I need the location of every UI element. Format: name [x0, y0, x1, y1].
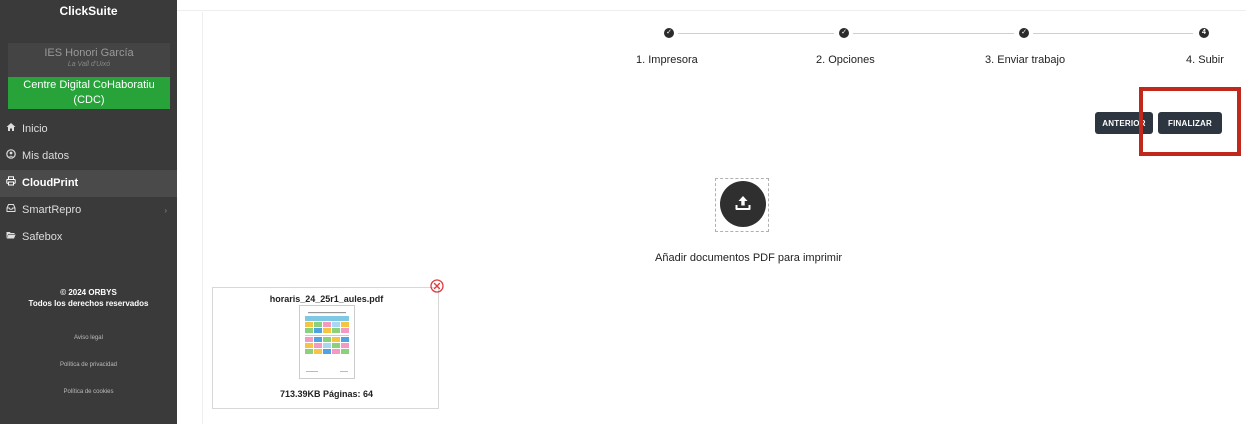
step-connector: [678, 33, 834, 34]
step-4-number: 4: [1199, 28, 1209, 38]
brand-title: ClickSuite: [59, 4, 118, 18]
file-name: horaris_24_25r1_aules.pdf: [269, 294, 384, 304]
step-1-check-icon: ✓: [664, 28, 674, 38]
sidebar-item-inicio[interactable]: Inicio: [0, 116, 177, 143]
center-badge[interactable]: Centre Digital CoHaboratiu (CDC): [8, 77, 170, 109]
privacy-policy-link[interactable]: Política de privacidad: [0, 362, 177, 368]
step-label[interactable]: 3. Enviar trabajo: [985, 54, 1065, 66]
sidebar-item-mis-datos[interactable]: Mis datos: [0, 143, 177, 170]
school-town: La Vall d'Uixó: [67, 61, 111, 68]
file-card: horaris_24_25r1_aules.pdf 713.39KB Págin…: [212, 287, 439, 409]
cookies-policy-link[interactable]: Política de cookies: [0, 389, 177, 395]
step-connector: [853, 33, 1014, 34]
chevron-right-icon: ›: [164, 206, 167, 215]
sidebar-item-cloudprint[interactable]: CloudPrint: [0, 170, 177, 197]
step-label: 4. Subir: [1186, 54, 1224, 66]
sidebar-nav: Inicio Mis datos CloudPrint SmartRepro ›: [0, 116, 177, 251]
school-name: IES Honori García: [44, 47, 134, 59]
file-meta: 713.39KB Páginas: 64: [279, 389, 374, 399]
sidebar-item-label: Mis datos: [22, 150, 70, 162]
folder-icon: [6, 224, 22, 251]
sidebar-item-smartrepro[interactable]: SmartRepro ›: [0, 197, 177, 224]
inbox-icon: [6, 197, 22, 224]
home-icon: [6, 116, 22, 143]
highlight-annotation: [1139, 87, 1241, 156]
upload-instructions: Añadir documentos PDF para imprimir: [655, 252, 843, 264]
top-divider: [177, 10, 1246, 11]
copyright-text: © 2024 ORBYS: [60, 288, 117, 297]
step-label[interactable]: 1. Impresora: [636, 54, 698, 66]
sidebar-footer: © 2024 ORBYS Todos los derechos reservad…: [0, 287, 177, 309]
legal-notice-link[interactable]: Aviso legal: [0, 335, 177, 341]
file-thumbnail: [299, 305, 355, 379]
sidebar-item-label: Safebox: [22, 231, 63, 243]
user-icon: [6, 143, 22, 170]
upload-icon: [733, 193, 753, 218]
step-2-check-icon: ✓: [839, 28, 849, 38]
sidebar-item-label: Inicio: [22, 123, 48, 135]
school-box: IES Honori García La Vall d'Uixó: [8, 43, 170, 79]
upload-button[interactable]: [720, 181, 766, 227]
rights-text: Todos los derechos reservados: [28, 299, 149, 308]
step-connector: [1033, 33, 1193, 34]
step-label[interactable]: 2. Opciones: [816, 54, 875, 66]
sidebar-item-safebox[interactable]: Safebox: [0, 224, 177, 251]
step-3-check-icon: ✓: [1019, 28, 1029, 38]
printer-icon: [6, 170, 22, 197]
sidebar: ClickSuite IES Honori García La Vall d'U…: [0, 0, 177, 424]
sidebar-item-label: SmartRepro: [22, 204, 82, 216]
remove-file-icon[interactable]: [430, 279, 444, 293]
sidebar-item-label: CloudPrint: [22, 177, 79, 189]
